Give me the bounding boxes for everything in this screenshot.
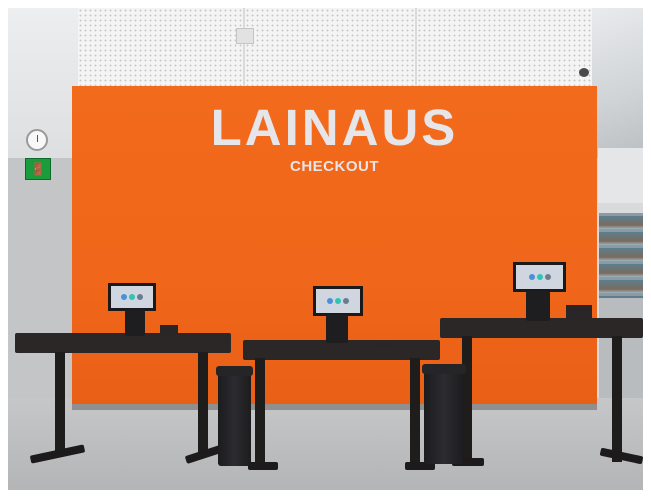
return-bin-right: [422, 364, 466, 464]
sign-subtitle: CHECKOUT: [290, 158, 379, 175]
kiosk-stand-right: [526, 291, 550, 321]
desk-center-leg-1: [255, 358, 265, 466]
wall-clock-icon: [26, 129, 48, 151]
desk-left: [15, 333, 231, 353]
book-stand-left: [160, 325, 178, 335]
desk-right-leg-2: [612, 336, 622, 462]
wall-base: [72, 404, 597, 410]
photo-frame: 🚪: [8, 8, 643, 490]
kiosk-screen-center: [313, 286, 363, 316]
book-stand-right: [566, 305, 592, 319]
ceiling-panel-right: [417, 8, 592, 86]
emergency-exit-sign-icon: 🚪: [25, 158, 51, 180]
desk-center-foot-1: [248, 462, 278, 470]
desk-right: [440, 318, 643, 338]
ceiling-fixture: [236, 28, 254, 44]
left-wall-lower: [8, 158, 78, 398]
book-stand-center: [378, 341, 390, 347]
return-bin-left: [216, 366, 253, 466]
sign-title: LAINAUS: [210, 99, 459, 156]
ceiling-panel-left: [78, 8, 243, 86]
right-wall: [598, 148, 643, 203]
kiosk-stand-center: [326, 315, 348, 343]
security-camera: [579, 68, 589, 77]
floor: [8, 398, 643, 490]
desk-center-leg-2: [410, 358, 420, 466]
desk-left-leg-2: [198, 352, 208, 452]
library-checkout-photo: 🚪 LAINAUS CHECKOUT: [0, 0, 651, 498]
ceiling-right: [592, 8, 643, 158]
desk-center: [243, 340, 440, 360]
kiosk-screen-right: [513, 262, 566, 292]
desk-left-leg-1: [55, 352, 65, 452]
bookshelves: [599, 213, 643, 298]
kiosk-screen-left: [108, 283, 156, 311]
kiosk-stand-left: [125, 310, 145, 336]
ceiling-panel-center: [245, 8, 415, 86]
